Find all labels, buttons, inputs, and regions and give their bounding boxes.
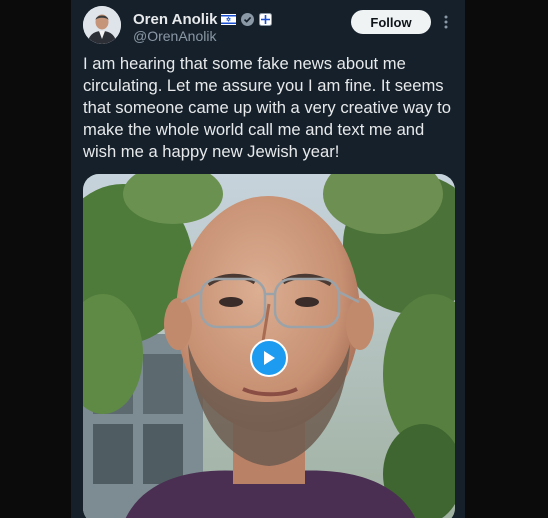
left-backdrop — [0, 0, 71, 518]
author-name-row: Oren Anolik — [133, 11, 274, 28]
tweet-text: I am hearing that some fake news about m… — [83, 54, 452, 161]
play-icon[interactable] — [250, 339, 288, 377]
tweet-card: Oren Anolik @OrenAnolik Follow I am hear… — [71, 0, 465, 518]
author-handle[interactable]: @OrenAnolik — [133, 28, 216, 44]
follow-button[interactable]: Follow — [351, 10, 431, 34]
verified-badge-icon — [240, 12, 255, 27]
more-options-icon[interactable] — [443, 12, 449, 32]
affiliate-badge-icon — [259, 12, 274, 27]
right-backdrop — [465, 0, 548, 518]
author-name[interactable]: Oren Anolik — [133, 11, 217, 28]
israel-flag-icon — [221, 12, 237, 27]
avatar[interactable] — [83, 6, 121, 44]
